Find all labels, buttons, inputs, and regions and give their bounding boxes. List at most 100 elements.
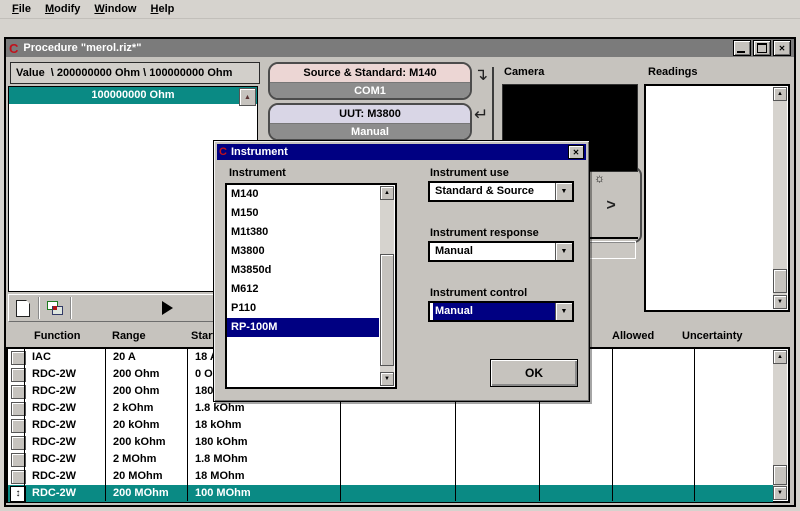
- cell-range: 2 kOhm: [113, 400, 153, 417]
- toolbar-separator: [70, 297, 72, 319]
- value-list-selected-item[interactable]: 100000000 Ohm: [9, 87, 257, 104]
- instrument-use-label: Instrument use: [430, 167, 509, 179]
- instrument-list-item[interactable]: M612: [227, 280, 379, 299]
- instrument-response-combo[interactable]: Manual ▼: [428, 241, 574, 262]
- cell-range: 20 kOhm: [113, 417, 159, 434]
- uut-label: UUT: M3800: [270, 105, 470, 124]
- table-row[interactable]: RDC-2W20 MOhm18 MOhm: [8, 468, 773, 485]
- instrument-control-combo[interactable]: Manual ▼: [428, 301, 574, 322]
- cell-function: RDC-2W: [32, 485, 76, 502]
- cell-range: 200 kOhm: [113, 434, 166, 451]
- cell-start: 18 kOhm: [195, 417, 241, 434]
- cell-start: 100 MOhm: [195, 485, 251, 502]
- chevron-down-icon: ▼: [561, 248, 568, 255]
- combo-dropdown-button[interactable]: ▼: [555, 303, 572, 320]
- cell-range: 200 Ohm: [113, 366, 159, 383]
- brightness-icon: ☼: [594, 171, 605, 185]
- play-icon: [162, 301, 173, 315]
- value-path: \ 200000000 Ohm \ 100000000 Ohm: [51, 67, 233, 79]
- scroll-down-arrow-icon[interactable]: ▼: [380, 372, 394, 386]
- scroll-up-arrow-icon[interactable]: ▲: [773, 87, 787, 101]
- scroll-down-arrow-icon[interactable]: ▼: [773, 295, 787, 309]
- menu-help[interactable]: Help: [145, 1, 183, 17]
- readings-scrollbar[interactable]: ▲ ▼: [773, 87, 787, 309]
- cell-function: RDC-2W: [32, 417, 76, 434]
- instrument-list-item[interactable]: RP-100M: [227, 318, 379, 337]
- column-divider: [187, 349, 188, 501]
- chevron-down-icon: ▼: [561, 308, 568, 315]
- col-header-allowed: Allowed: [612, 330, 654, 342]
- scroll-up-arrow-icon[interactable]: ▲: [239, 88, 256, 106]
- dialog-title-bar[interactable]: C Instrument ✕: [217, 144, 586, 160]
- cell-start: 1.8 MOhm: [195, 451, 248, 468]
- window-title: Procedure "merol.riz*": [23, 42, 141, 54]
- new-step-button[interactable]: [9, 297, 37, 319]
- cell-function: RDC-2W: [32, 468, 76, 485]
- ok-button[interactable]: OK: [490, 359, 578, 387]
- camera-next-button[interactable]: >: [598, 191, 624, 221]
- cell-function: RDC-2W: [32, 451, 76, 468]
- instrument-list-item[interactable]: M3850d: [227, 261, 379, 280]
- uut-mode-label: Manual: [270, 124, 470, 140]
- scroll-down-arrow-icon[interactable]: ▼: [773, 486, 787, 500]
- col-header-uncertainty: Uncertainty: [682, 330, 743, 342]
- close-icon: ✕: [779, 44, 786, 53]
- app-icon: C: [219, 146, 227, 158]
- instrument-list-item[interactable]: M3800: [227, 242, 379, 261]
- source-port-label: COM1: [270, 83, 470, 99]
- table-row[interactable]: RDC-2W2 kOhm1.8 kOhm: [8, 400, 773, 417]
- cell-range: 20 A: [113, 349, 136, 366]
- column-divider: [612, 349, 613, 501]
- scroll-up-arrow-icon[interactable]: ▲: [380, 186, 394, 200]
- combo-dropdown-button[interactable]: ▼: [555, 243, 572, 260]
- column-divider: [694, 349, 695, 501]
- close-button[interactable]: ✕: [773, 40, 791, 56]
- table-row[interactable]: RDC-2W2 MOhm1.8 MOhm: [8, 451, 773, 468]
- combo-dropdown-button[interactable]: ▼: [555, 183, 572, 200]
- menu-modify[interactable]: Modify: [39, 1, 88, 17]
- scrollbar-thumb[interactable]: [773, 465, 787, 485]
- instrument-list-item[interactable]: P110: [227, 299, 379, 318]
- menu-file[interactable]: File: [6, 1, 39, 17]
- scrollbar-thumb[interactable]: [380, 254, 394, 366]
- cell-function: RDC-2W: [32, 383, 76, 400]
- minimize-button[interactable]: [733, 40, 751, 56]
- col-header-range: Range: [112, 330, 146, 342]
- toolbar-separator: [38, 297, 40, 319]
- instrument-list-item[interactable]: M150: [227, 204, 379, 223]
- table-row[interactable]: RDC-2W 200 kOhm 180 kOhm: [8, 434, 773, 451]
- camera-label: Camera: [504, 66, 544, 78]
- instrument-list-item[interactable]: M1t380: [227, 223, 379, 242]
- camera-value-field[interactable]: [588, 241, 636, 259]
- table-row[interactable]: ↕RDC-2W200 MOhm100 MOhm: [8, 485, 773, 502]
- export-button[interactable]: [41, 297, 69, 319]
- dialog-close-button[interactable]: ✕: [568, 145, 584, 159]
- cell-function: RDC-2W: [32, 366, 76, 383]
- cell-start: 180 kOhm: [195, 434, 248, 451]
- instrument-scrollbar[interactable]: ▲ ▼: [380, 186, 394, 386]
- readings-list[interactable]: ▲ ▼: [644, 84, 790, 312]
- window-title-bar[interactable]: C Procedure "merol.riz*" ✕: [6, 39, 794, 57]
- app-icon: C: [9, 41, 18, 56]
- instrument-list-label: Instrument: [229, 167, 286, 179]
- column-divider: [105, 349, 106, 501]
- instrument-list[interactable]: M140M150M1t380M3800M3850dM612P110RP-100M…: [225, 183, 397, 389]
- table-scrollbar[interactable]: ▲ ▼: [773, 350, 787, 500]
- menu-bar: File Modify Window Help: [0, 0, 800, 19]
- instrument-list-item[interactable]: M140: [227, 185, 379, 204]
- dialog-title: Instrument: [231, 146, 288, 158]
- cell-function: IAC: [32, 349, 51, 366]
- cell-function: RDC-2W: [32, 434, 76, 451]
- maximize-button[interactable]: [753, 40, 771, 56]
- instrument-use-combo[interactable]: Standard & Source ▼: [428, 181, 574, 202]
- uut-button[interactable]: UUT: M3800 Manual: [268, 103, 472, 141]
- menu-window[interactable]: Window: [88, 1, 144, 17]
- screen: File Modify Window Help C Procedure "mer…: [0, 0, 800, 511]
- scroll-up-arrow-icon[interactable]: ▲: [773, 350, 787, 364]
- source-standard-button[interactable]: Source & Standard: M140 COM1: [268, 62, 472, 100]
- cell-start: 1.8 kOhm: [195, 400, 245, 417]
- table-row[interactable]: RDC-2W 20 kOhm 18 kOhm: [8, 417, 773, 434]
- export-icon: [47, 301, 63, 315]
- scrollbar-thumb[interactable]: [773, 269, 787, 293]
- close-icon: ✕: [573, 148, 580, 157]
